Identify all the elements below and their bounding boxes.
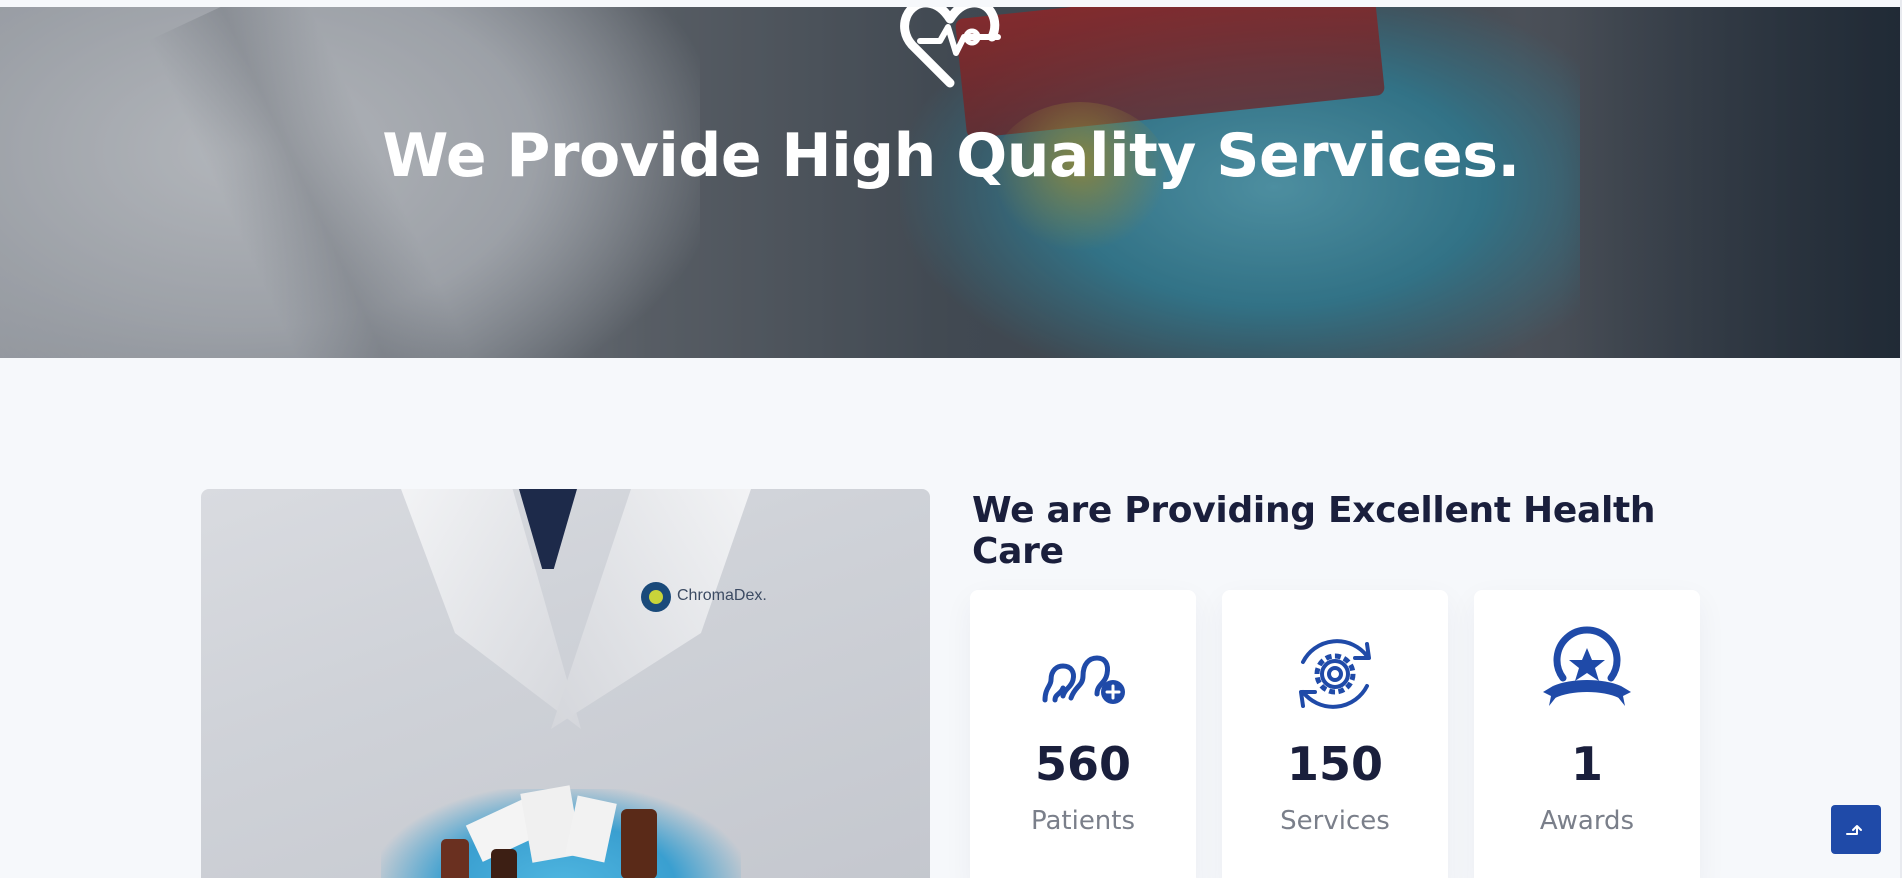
stat-card-patients: 560 Patients — [970, 590, 1196, 878]
stat-label: Awards — [1539, 806, 1635, 836]
stat-card-awards: 1 Awards — [1474, 590, 1700, 878]
stat-value: 150 — [1286, 737, 1384, 791]
back-to-top-button[interactable] — [1831, 805, 1881, 854]
stat-value: 560 — [1034, 737, 1132, 791]
stat-icon-wrap — [1222, 626, 1448, 722]
stat-label: Services — [1280, 806, 1390, 836]
stat-value: 1 — [1570, 737, 1603, 791]
hero-banner: We Provide High Quality Services. — [0, 7, 1902, 358]
hero-title: We Provide High Quality Services. — [382, 121, 1520, 191]
photo-bottles — [441, 785, 657, 878]
section-title: We are Providing Excellent Health Care — [972, 490, 1656, 572]
coat-logo-icon — [641, 582, 671, 612]
page: We Provide High Quality Services. Chroma… — [0, 0, 1902, 878]
heart-pulse-icon — [900, 7, 1001, 88]
stat-icon-wrap — [970, 626, 1196, 722]
services-gear-icon — [1299, 639, 1371, 709]
coat-logo-text: ChromaDex. — [677, 587, 767, 604]
award-medal-icon — [1543, 626, 1631, 706]
stat-card-services: 150 Services — [1222, 590, 1448, 878]
arrow-up-icon — [1846, 824, 1862, 835]
doctor-photo: ChromaDex. — [201, 489, 930, 878]
patients-icon — [1042, 655, 1125, 704]
stat-icon-wrap — [1474, 626, 1700, 722]
stat-label: Patients — [1030, 806, 1136, 836]
